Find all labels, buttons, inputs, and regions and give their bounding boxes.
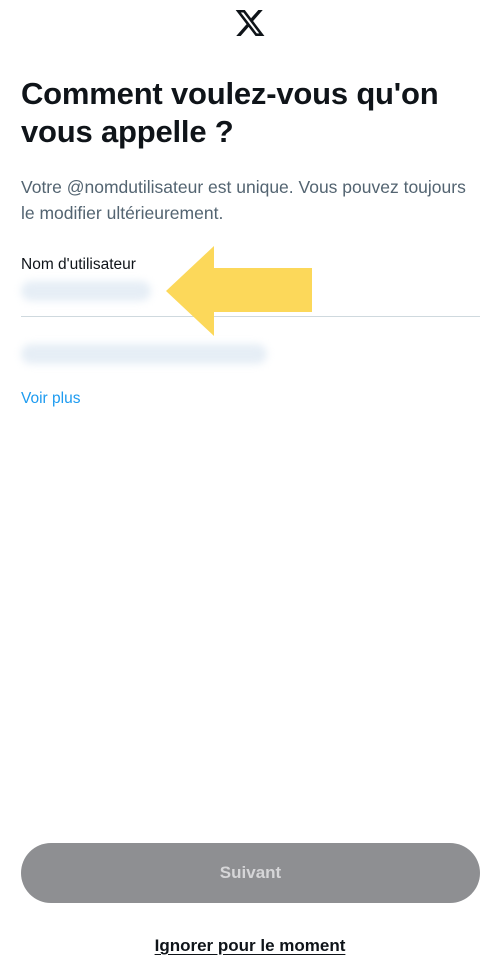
page-title: Comment voulez-vous qu'on vous appelle ? bbox=[21, 76, 439, 149]
top-bar bbox=[0, 0, 500, 50]
x-logo-icon bbox=[235, 10, 265, 36]
annotation-arrow-icon bbox=[166, 246, 312, 336]
see-more-link[interactable]: Voir plus bbox=[21, 390, 80, 408]
skip-for-now-link[interactable]: Ignorer pour le moment bbox=[0, 936, 500, 956]
username-field-label: Nom d'utilisateur bbox=[21, 256, 136, 273]
next-button[interactable]: Suivant bbox=[21, 843, 480, 903]
redacted-username-suggestion bbox=[21, 344, 267, 364]
page-subtitle: Votre @nomdutilisateur est unique. Vous … bbox=[21, 177, 466, 223]
redacted-username-value bbox=[21, 281, 151, 301]
